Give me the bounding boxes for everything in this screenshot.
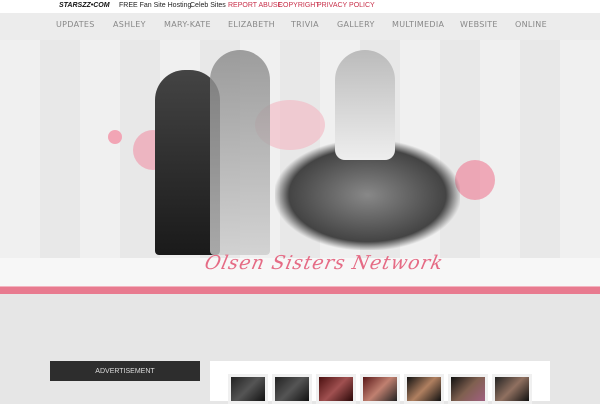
free-hosting-link[interactable]: FREE Fan Site Hosting xyxy=(119,2,191,9)
nav-multimedia[interactable]: MULTIMEDIA xyxy=(392,20,444,29)
nav-ashley[interactable]: ASHLEY xyxy=(113,20,146,29)
main-nav: UPDATES ASHLEY MARY-KATE ELIZABETH TRIVI… xyxy=(0,13,600,40)
pink-splash xyxy=(455,160,495,200)
gallery-panel xyxy=(210,361,550,404)
nav-mary-kate[interactable]: MARY-KATE xyxy=(164,20,211,29)
pink-divider xyxy=(0,286,600,294)
advertisement-header: ADVERTISEMENT xyxy=(50,361,200,381)
nav-elizabeth[interactable]: ELIZABETH xyxy=(228,20,275,29)
report-abuse-link[interactable]: REPORT ABUSE xyxy=(228,2,282,9)
photo-figure xyxy=(335,50,395,160)
copyright-link[interactable]: COPYRIGHT xyxy=(278,2,320,9)
starszz-logo[interactable]: STARSZZ•COM xyxy=(59,2,110,9)
celeb-sites-link[interactable]: Celeb Sites xyxy=(190,2,226,9)
nav-updates[interactable]: UPDATES xyxy=(56,20,95,29)
nav-website[interactable]: WEBSITE xyxy=(460,20,498,29)
nav-online[interactable]: ONLINE xyxy=(515,20,547,29)
nav-trivia[interactable]: TRIVIA xyxy=(291,20,319,29)
nav-gallery[interactable]: GALLERY xyxy=(337,20,375,29)
pink-dot xyxy=(108,130,122,144)
photo-figure xyxy=(210,50,270,255)
top-bar: STARSZZ•COM FREE Fan Site Hosting Celeb … xyxy=(0,0,600,13)
privacy-policy-link[interactable]: PRIVACY POLICY xyxy=(317,2,375,9)
site-title: Olsen Sisters Network xyxy=(202,252,446,274)
header-banner: Olsen Sisters Network xyxy=(0,40,600,286)
